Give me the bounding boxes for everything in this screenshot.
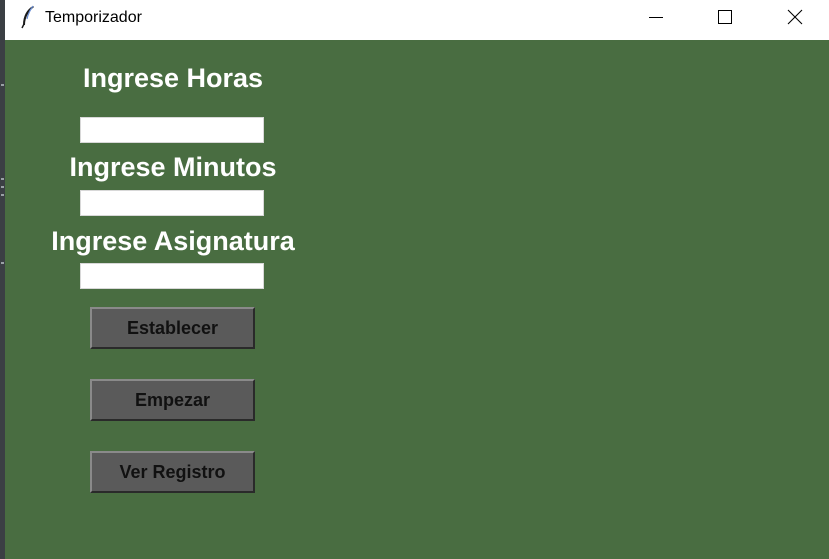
feather-icon — [21, 5, 34, 29]
close-icon — [787, 9, 803, 25]
window-title: Temporizador — [45, 9, 142, 26]
title-bar[interactable]: Temporizador — [5, 0, 829, 40]
minutes-input[interactable] — [80, 190, 264, 216]
app-window: Temporizador Ingrese Horas Ingrese Minut… — [0, 0, 829, 559]
start-button[interactable]: Empezar — [90, 379, 255, 421]
main-panel: Ingrese Horas Ingrese Minutos Ingrese As… — [5, 40, 829, 559]
view-log-button[interactable]: Ver Registro — [90, 451, 255, 493]
minimize-button[interactable] — [633, 0, 679, 34]
set-button[interactable]: Establecer — [90, 307, 255, 349]
subject-input[interactable] — [80, 263, 264, 289]
maximize-icon — [718, 10, 732, 24]
hours-input[interactable] — [80, 117, 264, 143]
close-button[interactable] — [772, 0, 818, 34]
subject-label: Ingrese Asignatura — [51, 226, 295, 256]
hours-label: Ingrese Horas — [82, 63, 264, 93]
maximize-button[interactable] — [702, 0, 748, 34]
minutes-label: Ingrese Minutos — [69, 152, 277, 182]
minimize-icon — [649, 17, 663, 18]
